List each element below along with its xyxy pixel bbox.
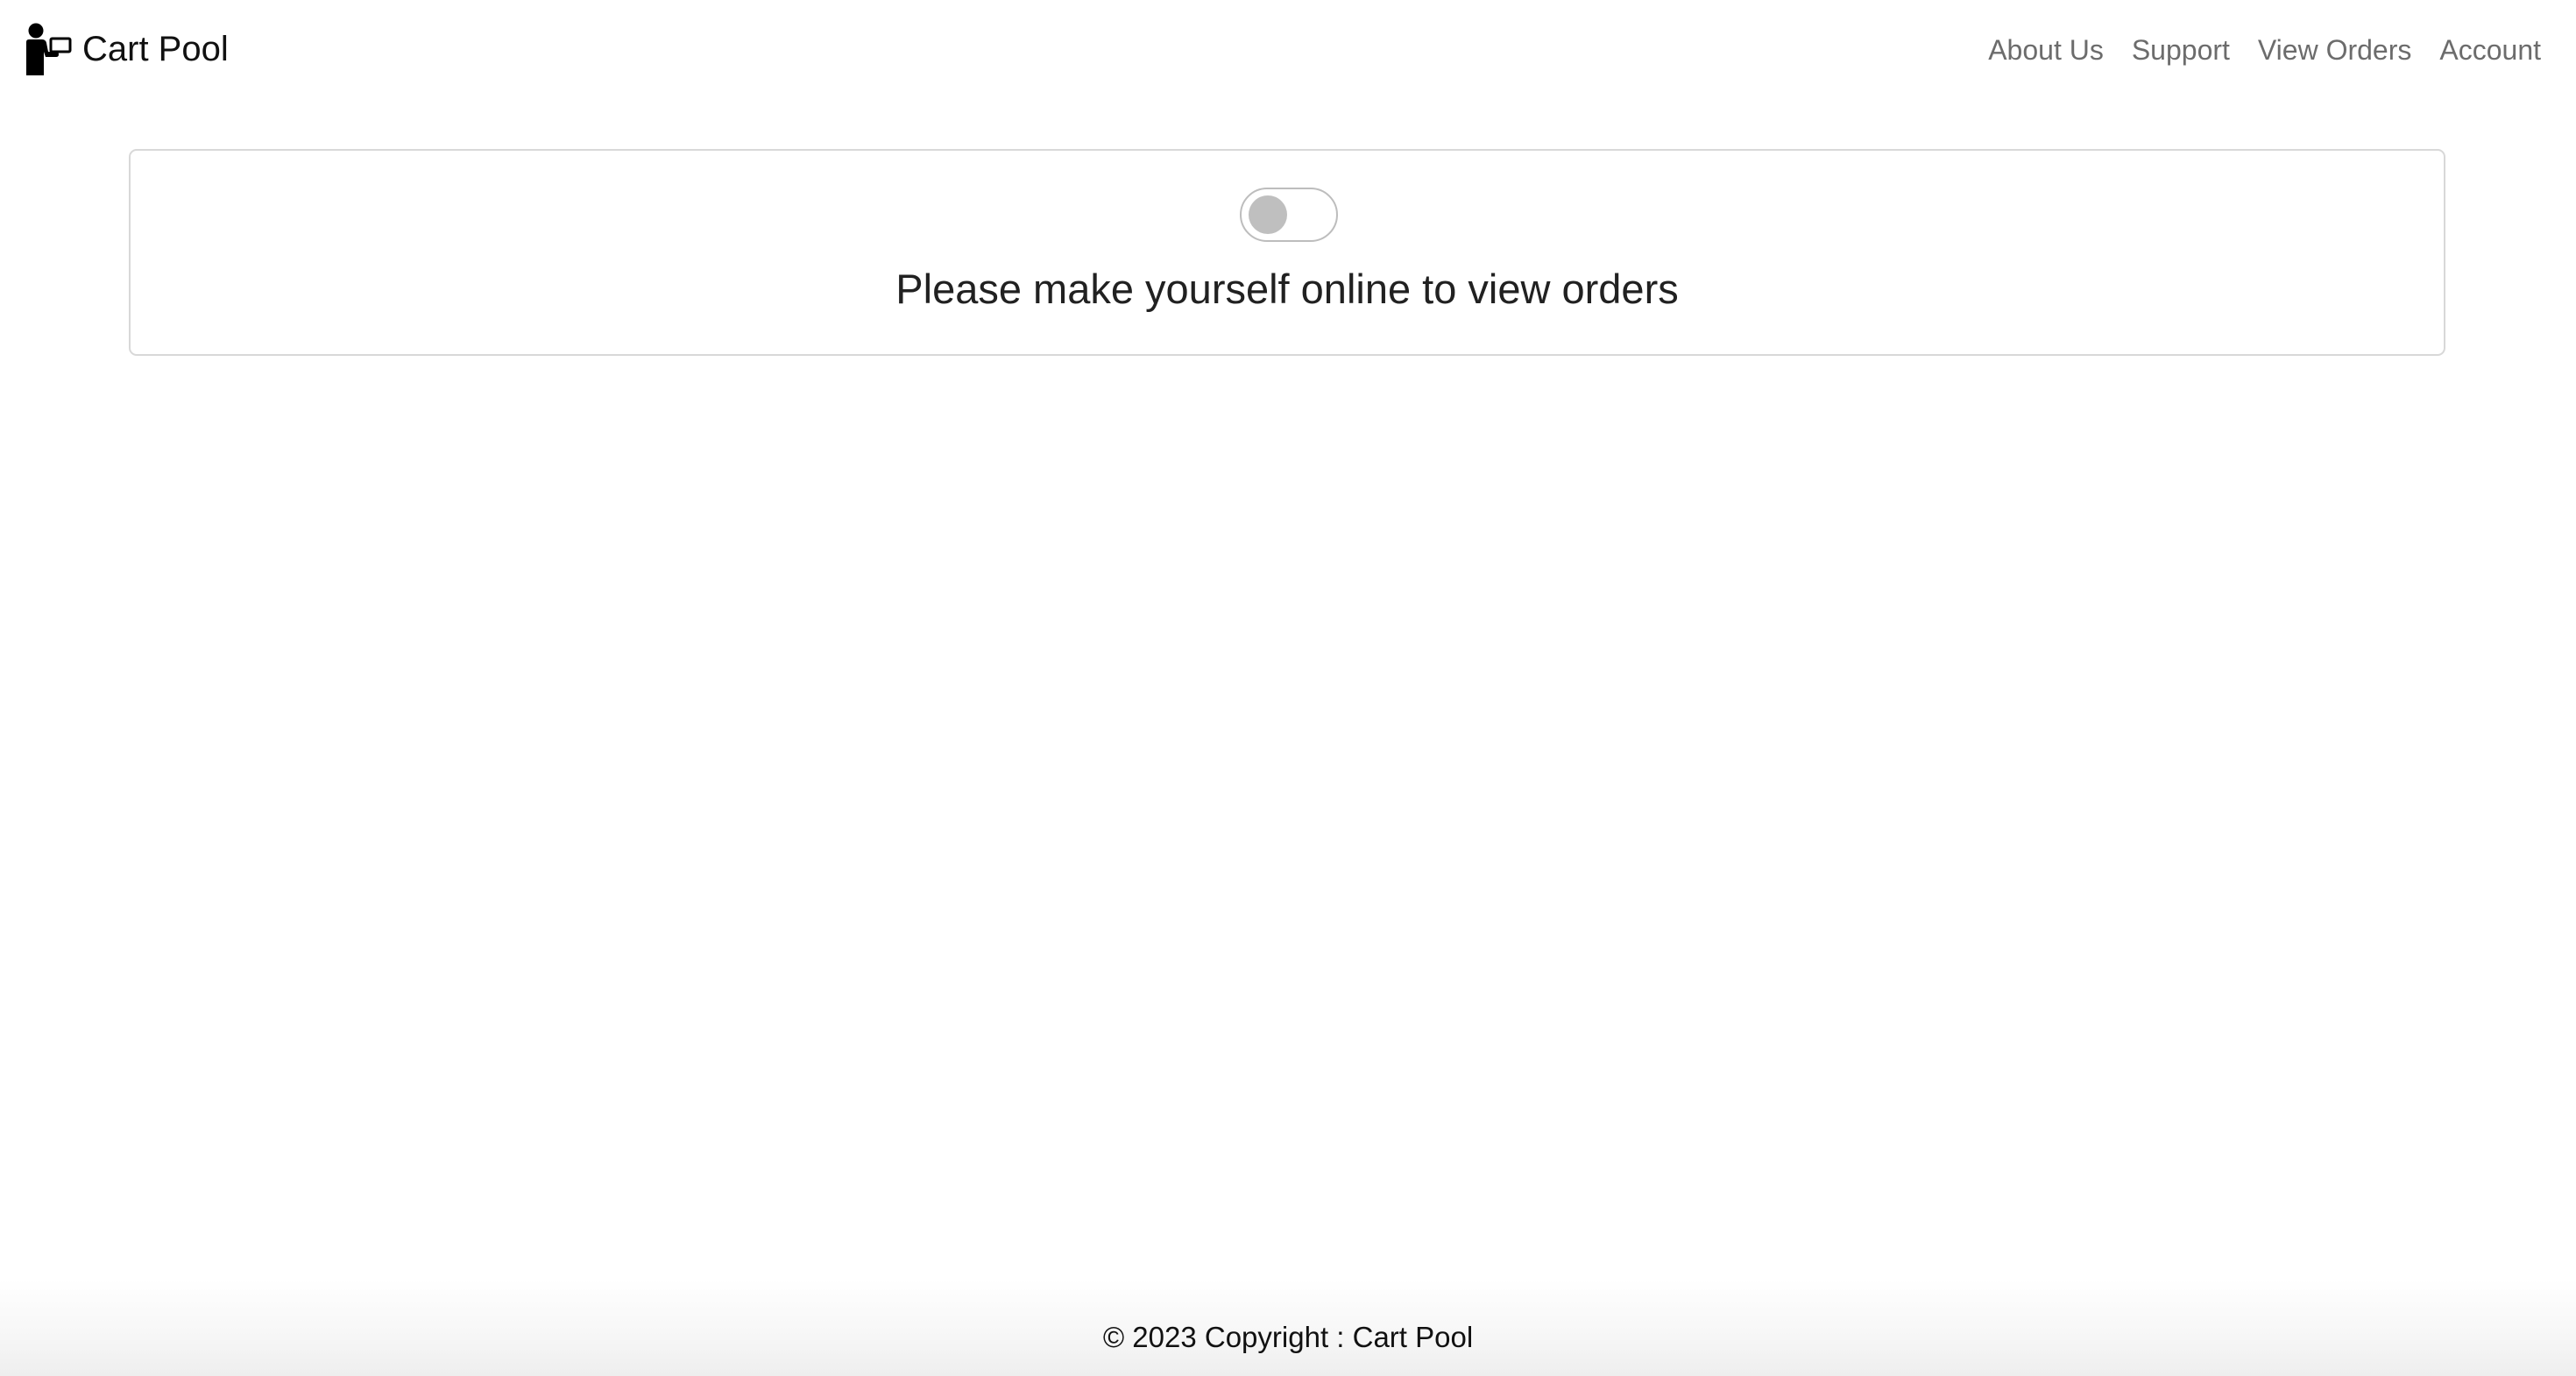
- nav-links: About Us Support View Orders Account: [1960, 26, 2541, 74]
- nav-link-about-us[interactable]: About Us: [1988, 26, 2104, 74]
- copyright-text: © 2023 Copyright : Cart Pool: [1102, 1321, 1474, 1353]
- nav-link-view-orders[interactable]: View Orders: [2258, 26, 2411, 74]
- nav-link-support[interactable]: Support: [2132, 26, 2230, 74]
- brand-link[interactable]: Cart Pool: [25, 23, 229, 75]
- online-status-card: Please make yourself online to view orde…: [129, 149, 2445, 356]
- page: Cart Pool About Us Support View Orders A…: [0, 0, 2576, 1376]
- nav-link-account[interactable]: Account: [2439, 26, 2541, 74]
- status-message: Please make yourself online to view orde…: [895, 266, 1679, 312]
- footer: © 2023 Copyright : Cart Pool: [0, 1280, 2576, 1376]
- online-status-toggle[interactable]: [1240, 188, 1338, 242]
- navbar: Cart Pool About Us Support View Orders A…: [0, 0, 2576, 100]
- brand-name: Cart Pool: [82, 30, 229, 68]
- delivery-person-icon: [26, 23, 72, 75]
- toggle-knob: [1249, 195, 1287, 234]
